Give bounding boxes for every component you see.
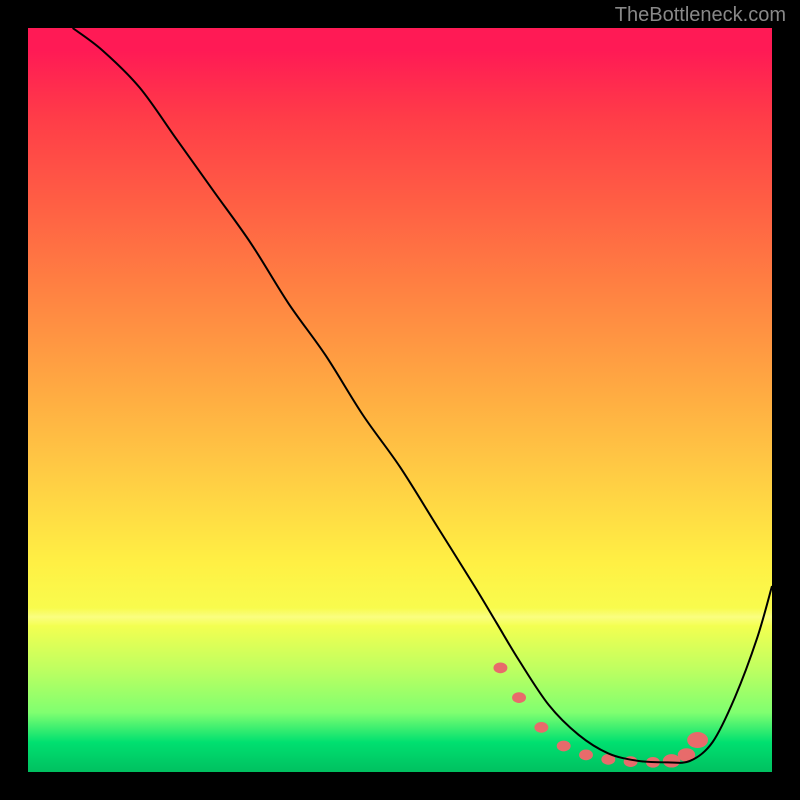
chart-marker [534, 722, 548, 733]
chart-marker [493, 662, 507, 673]
chart-marker [579, 750, 593, 761]
watermark-text: TheBottleneck.com [615, 4, 786, 27]
chart-plot-area [28, 28, 772, 772]
chart-svg [28, 28, 772, 772]
chart-marker [663, 754, 680, 767]
chart-marker [557, 741, 571, 752]
chart-marker [687, 732, 708, 748]
chart-marker [512, 692, 526, 703]
chart-markers [493, 662, 708, 767]
chart-curve-path [73, 28, 772, 763]
